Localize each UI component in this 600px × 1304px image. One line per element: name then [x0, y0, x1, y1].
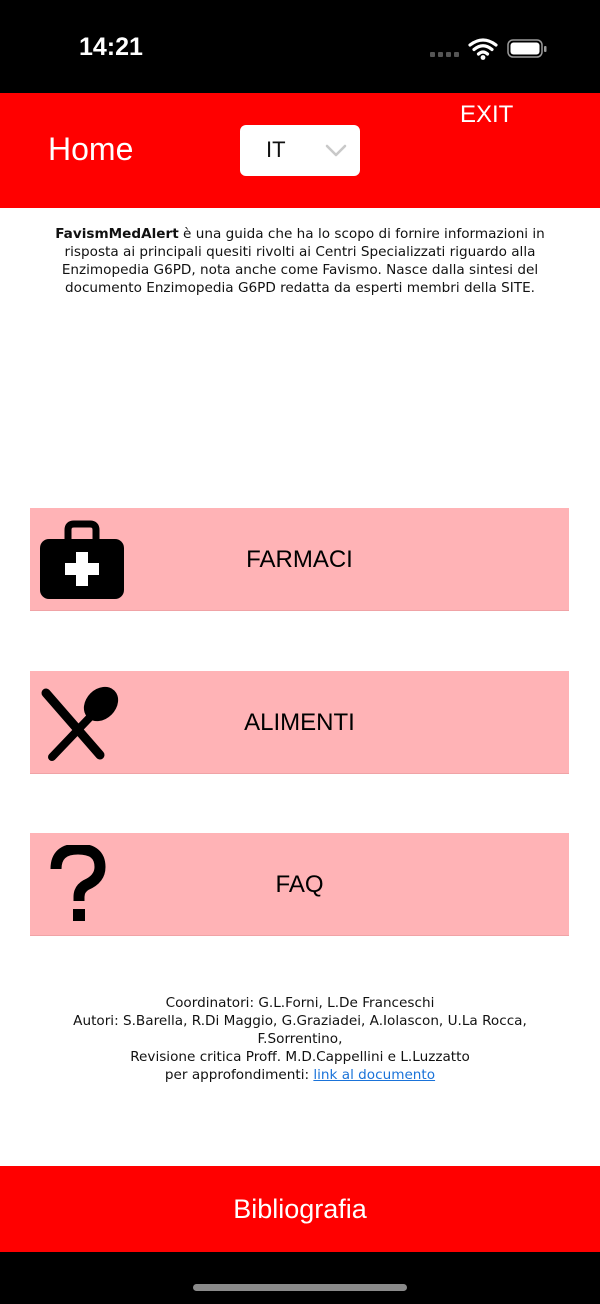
page-title: Home [48, 131, 134, 167]
main-content: FavismMedAlert è una guida che ha lo sco… [0, 208, 600, 1166]
intro-text: FavismMedAlert è una guida che ha lo sco… [30, 225, 570, 297]
alimenti-button[interactable]: ALIMENTI [30, 671, 569, 774]
review-text: Revisione critica Proff. M.D.Cappellini … [130, 1049, 470, 1065]
bibliografia-button[interactable]: Bibliografia [0, 1166, 600, 1252]
more-info-line: per approfondimenti: link al documento [30, 1066, 570, 1084]
status-bar: 14:21 [0, 0, 600, 93]
wifi-icon [468, 38, 498, 56]
chevron-down-icon [325, 144, 347, 157]
faq-label: FAQ [275, 871, 324, 898]
farmaci-button[interactable]: FARMACI [30, 508, 569, 611]
more-info-prefix: per approfondimenti: [164, 1067, 314, 1083]
home-indicator[interactable] [193, 1284, 407, 1291]
language-selected-value: IT [266, 137, 286, 162]
battery-icon [507, 39, 547, 58]
language-select[interactable]: IT [240, 125, 360, 176]
document-link[interactable]: link al documento [313, 1067, 435, 1083]
app-name: FavismMedAlert [55, 226, 179, 242]
status-icons [430, 38, 547, 60]
cellular-signal-icon [430, 52, 459, 57]
farmaci-label: FARMACI [246, 546, 353, 573]
alimenti-label: ALIMENTI [244, 709, 355, 736]
credits: Coordinatori: G.L.Forni, L.De Franceschi… [30, 994, 570, 1084]
exit-button[interactable]: EXIT [460, 101, 513, 129]
coordinators-text: Coordinatori: G.L.Forni, L.De Franceschi [165, 995, 435, 1011]
header-bar: Home IT EXIT [0, 93, 600, 208]
authors-text: Autori: S.Barella, R.Di Maggio, G.Grazia… [73, 1013, 527, 1047]
faq-button[interactable]: FAQ [30, 833, 569, 936]
home-indicator-area [0, 1252, 600, 1304]
bibliografia-label: Bibliografia [233, 1194, 367, 1224]
status-time: 14:21 [79, 33, 143, 61]
wifi-dot [480, 55, 486, 60]
